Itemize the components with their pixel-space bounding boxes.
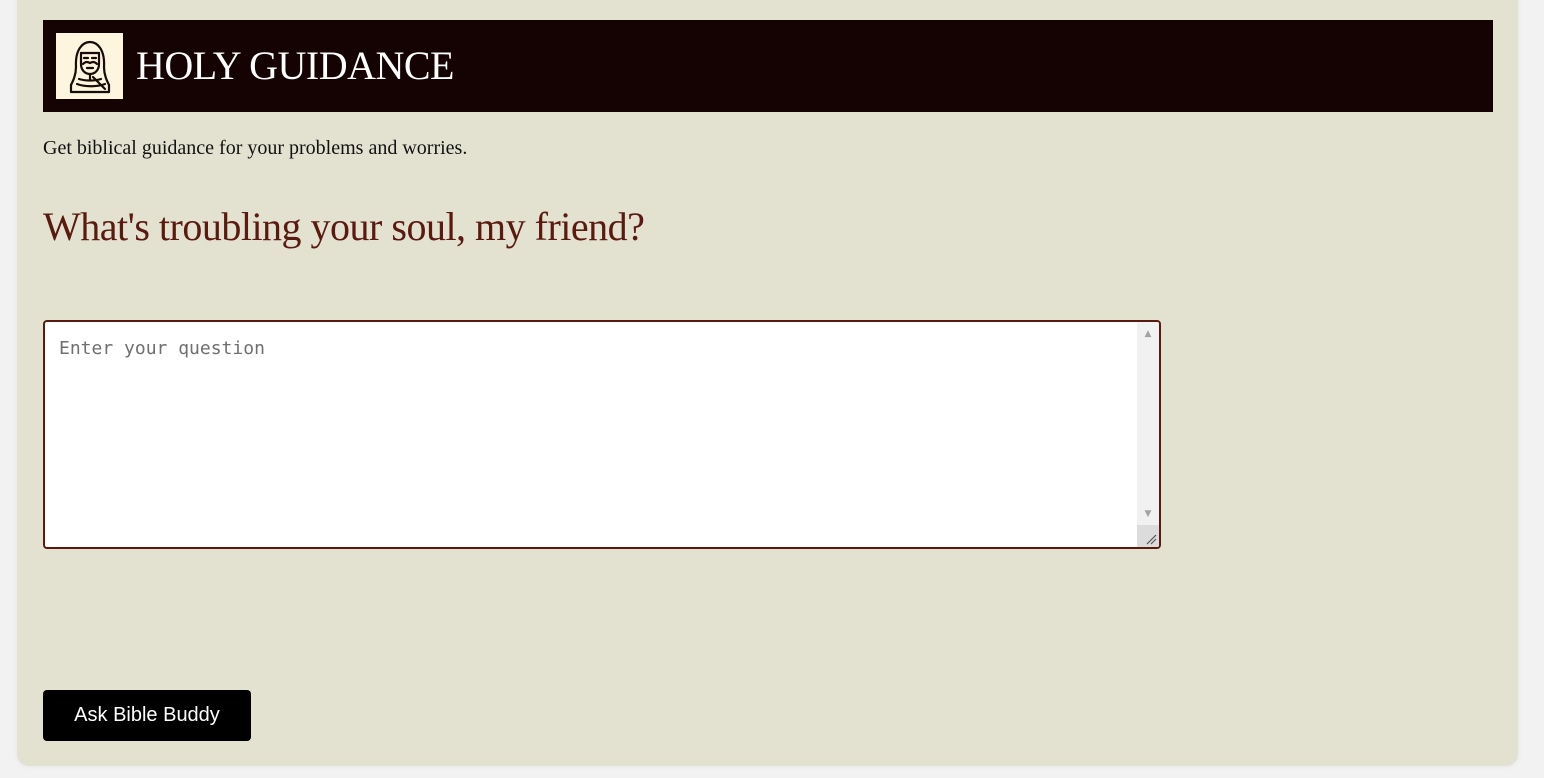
question-input[interactable]	[45, 322, 1137, 547]
scroll-down-arrow-icon[interactable]: ▼	[1137, 504, 1159, 524]
textarea-scrollbar[interactable]: ▲ ▼	[1137, 322, 1159, 547]
tagline: Get biblical guidance for your problems …	[43, 137, 468, 159]
ask-bible-buddy-button[interactable]: Ask Bible Buddy	[43, 690, 251, 741]
app-title: HOLY GUIDANCE	[136, 43, 454, 88]
question-input-container: ▲ ▼	[43, 320, 1161, 549]
app-header: HOLY GUIDANCE	[43, 20, 1493, 112]
prompt-heading: What's troubling your soul, my friend?	[43, 204, 645, 249]
resize-grip-icon[interactable]	[1137, 525, 1159, 547]
app-logo	[56, 33, 123, 99]
bearded-figure-icon	[69, 40, 110, 94]
scroll-up-arrow-icon[interactable]: ▲	[1137, 324, 1159, 344]
